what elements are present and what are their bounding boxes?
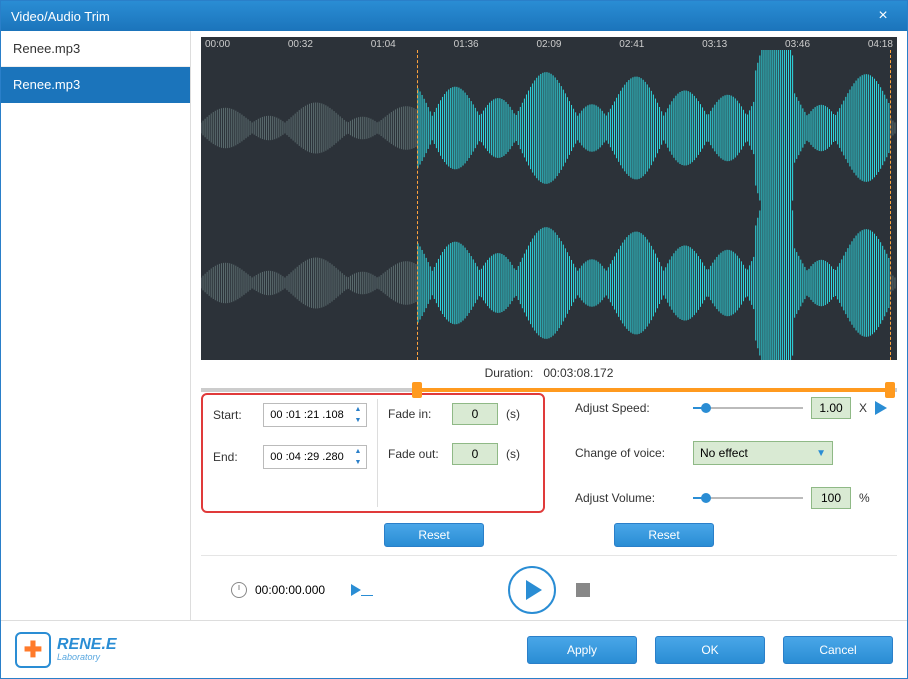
volume-slider[interactable] xyxy=(693,491,803,505)
cancel-button[interactable]: Cancel xyxy=(783,636,893,664)
play-button[interactable] xyxy=(508,566,556,614)
player-row: 00:00:00.000 xyxy=(201,556,897,620)
skip-to-end-icon[interactable] xyxy=(351,584,361,596)
spin-down-icon[interactable]: ▼ xyxy=(350,415,366,426)
voice-select[interactable]: No effect ▼ xyxy=(693,441,833,465)
waveform-left xyxy=(201,50,897,205)
tick: 02:41 xyxy=(619,39,644,50)
end-time-input[interactable]: ▲▼ xyxy=(263,445,367,469)
tick: 03:46 xyxy=(785,39,810,50)
tick: 04:18 xyxy=(868,39,893,50)
stop-button[interactable] xyxy=(576,583,590,597)
fade-in-input[interactable] xyxy=(452,403,498,425)
end-label: End: xyxy=(213,450,255,464)
reset-row: Reset Reset xyxy=(201,513,897,556)
selection-range xyxy=(417,388,890,392)
reset-fade-button[interactable]: Reset xyxy=(614,523,714,547)
volume-input[interactable] xyxy=(811,487,851,509)
ok-button[interactable]: OK xyxy=(655,636,765,664)
footer: ✚ RENE.E Laboratory Apply OK Cancel xyxy=(1,620,907,678)
close-icon[interactable]: × xyxy=(869,7,897,25)
fade-unit: (s) xyxy=(506,407,520,421)
duration-label: Duration: xyxy=(485,366,534,380)
tick: 02:09 xyxy=(536,39,561,50)
fade-in-label: Fade in: xyxy=(388,407,444,421)
tick: 01:04 xyxy=(371,39,396,50)
play-icon xyxy=(526,580,542,600)
preview-speed-icon[interactable] xyxy=(875,401,887,415)
trim-handlebar[interactable] xyxy=(201,382,897,387)
voice-value: No effect xyxy=(700,446,816,460)
volume-label: Adjust Volume: xyxy=(575,491,685,505)
speed-slider[interactable] xyxy=(693,401,803,415)
duration-row: Duration: 00:03:08.172 xyxy=(201,360,897,382)
end-handle[interactable] xyxy=(885,382,895,398)
start-label: Start: xyxy=(213,408,255,422)
selection-end-line[interactable] xyxy=(890,50,891,360)
spin-down-icon[interactable]: ▼ xyxy=(350,457,366,468)
tick: 01:36 xyxy=(454,39,479,50)
tick: 03:13 xyxy=(702,39,727,50)
highlight-box: Start: ▲▼ End: ▲▼ xyxy=(201,393,545,513)
speed-label: Adjust Speed: xyxy=(575,401,685,415)
sidebar: Renee.mp3 Renee.mp3 xyxy=(1,31,191,620)
selection-start-line[interactable] xyxy=(417,50,418,360)
end-time-field[interactable] xyxy=(264,451,350,463)
waveform-area[interactable] xyxy=(201,50,897,360)
chevron-down-icon: ▼ xyxy=(816,448,826,459)
logo: ✚ RENE.E Laboratory xyxy=(15,632,527,668)
apply-button[interactable]: Apply xyxy=(527,636,637,664)
waveform-right xyxy=(201,205,897,360)
reset-trim-button[interactable]: Reset xyxy=(384,523,484,547)
controls: Start: ▲▼ End: ▲▼ xyxy=(201,393,897,513)
sidebar-item[interactable]: Renee.mp3 xyxy=(1,31,190,67)
main-pane: 00:00 00:32 01:04 01:36 02:09 02:41 03:1… xyxy=(191,31,907,620)
fade-unit: (s) xyxy=(506,447,520,461)
body: Renee.mp3 Renee.mp3 00:00 00:32 01:04 01… xyxy=(1,31,907,620)
fade-out-input[interactable] xyxy=(452,443,498,465)
spin-up-icon[interactable]: ▲ xyxy=(350,446,366,457)
player-time: 00:00:00.000 xyxy=(255,583,325,597)
voice-label: Change of voice: xyxy=(575,446,685,460)
tick: 00:00 xyxy=(205,39,230,50)
clock-icon xyxy=(231,582,247,598)
speed-input[interactable] xyxy=(811,397,851,419)
spin-up-icon[interactable]: ▲ xyxy=(350,404,366,415)
fade-out-label: Fade out: xyxy=(388,447,444,461)
duration-value: 00:03:08.172 xyxy=(543,366,613,380)
window-title: Video/Audio Trim xyxy=(11,9,869,24)
start-time-field[interactable] xyxy=(264,409,350,421)
titlebar[interactable]: Video/Audio Trim × xyxy=(1,1,907,31)
tick: 00:32 xyxy=(288,39,313,50)
app-window: Video/Audio Trim × Renee.mp3 Renee.mp3 0… xyxy=(0,0,908,679)
volume-unit: % xyxy=(859,491,870,505)
logo-icon: ✚ xyxy=(15,632,51,668)
start-time-input[interactable]: ▲▼ xyxy=(263,403,367,427)
sidebar-item[interactable]: Renee.mp3 xyxy=(1,67,190,103)
logo-sub: Laboratory xyxy=(57,653,117,662)
start-handle[interactable] xyxy=(412,382,422,398)
speed-x: X xyxy=(859,401,867,415)
logo-text: RENE.E xyxy=(57,636,117,653)
time-ruler[interactable]: 00:00 00:32 01:04 01:36 02:09 02:41 03:1… xyxy=(201,37,897,50)
